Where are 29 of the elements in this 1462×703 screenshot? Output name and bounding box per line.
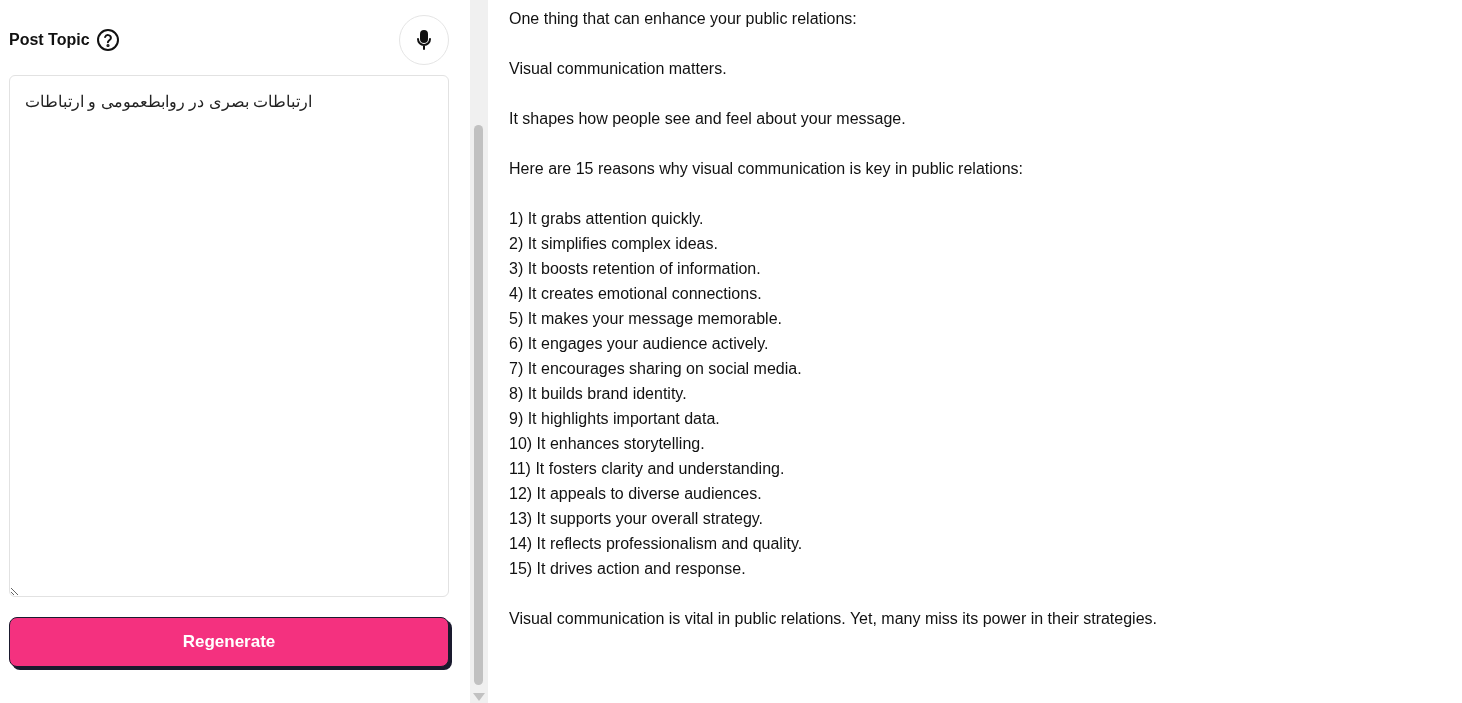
microphone-button[interactable] bbox=[399, 15, 449, 65]
output-text-line: 7) It encourages sharing on social media. bbox=[509, 359, 802, 379]
microphone-icon bbox=[415, 30, 433, 50]
help-icon[interactable] bbox=[95, 28, 120, 52]
scrollbar[interactable] bbox=[470, 0, 488, 703]
output-text-line: 8) It builds brand identity. bbox=[509, 384, 687, 404]
topic-input-field[interactable]: ارتباطات بصری در روابطعمومی و ارتباطات bbox=[9, 75, 449, 597]
scroll-down-icon[interactable] bbox=[473, 693, 485, 701]
output-text-line: 9) It highlights important data. bbox=[509, 409, 720, 429]
output-text-line: 15) It drives action and response. bbox=[509, 559, 746, 579]
output-text-line: Visual communication is vital in public relations. Yet, many miss its power in their strategies. bbox=[509, 609, 1157, 629]
output-text-line: 6) It engages your audience actively. bbox=[509, 334, 769, 354]
output-text-line: Visual communication matters. bbox=[509, 59, 727, 79]
output-text-line: It shapes how people see and feel about your message. bbox=[509, 109, 906, 129]
output-text-line: One thing that can enhance your public relations: bbox=[509, 9, 857, 29]
output-text-line: 4) It creates emotional connections. bbox=[509, 284, 762, 304]
output-text-line: 5) It makes your message memorable. bbox=[509, 309, 782, 329]
scrollbar-thumb[interactable] bbox=[474, 125, 483, 685]
field-label: Post Topic bbox=[9, 30, 90, 50]
regenerate-button[interactable]: Regenerate bbox=[9, 617, 449, 667]
output-text-line: 11) It fosters clarity and understanding. bbox=[509, 459, 785, 479]
output-text-line: 2) It simplifies complex ideas. bbox=[509, 234, 718, 254]
output-text-line: 13) It supports your overall strategy. bbox=[509, 509, 764, 529]
output-text-line: 14) It reflects professionalism and quality. bbox=[509, 534, 803, 554]
output-text-line: 3) It boosts retention of information. bbox=[509, 259, 761, 279]
output-text-line: Here are 15 reasons why visual communication is key in public relations: bbox=[509, 159, 1023, 179]
output-text-line: 12) It appeals to diverse audiences. bbox=[509, 484, 762, 504]
output-text-line: 10) It enhances storytelling. bbox=[509, 434, 705, 454]
output-text-line: 1) It grabs attention quickly. bbox=[509, 209, 704, 229]
